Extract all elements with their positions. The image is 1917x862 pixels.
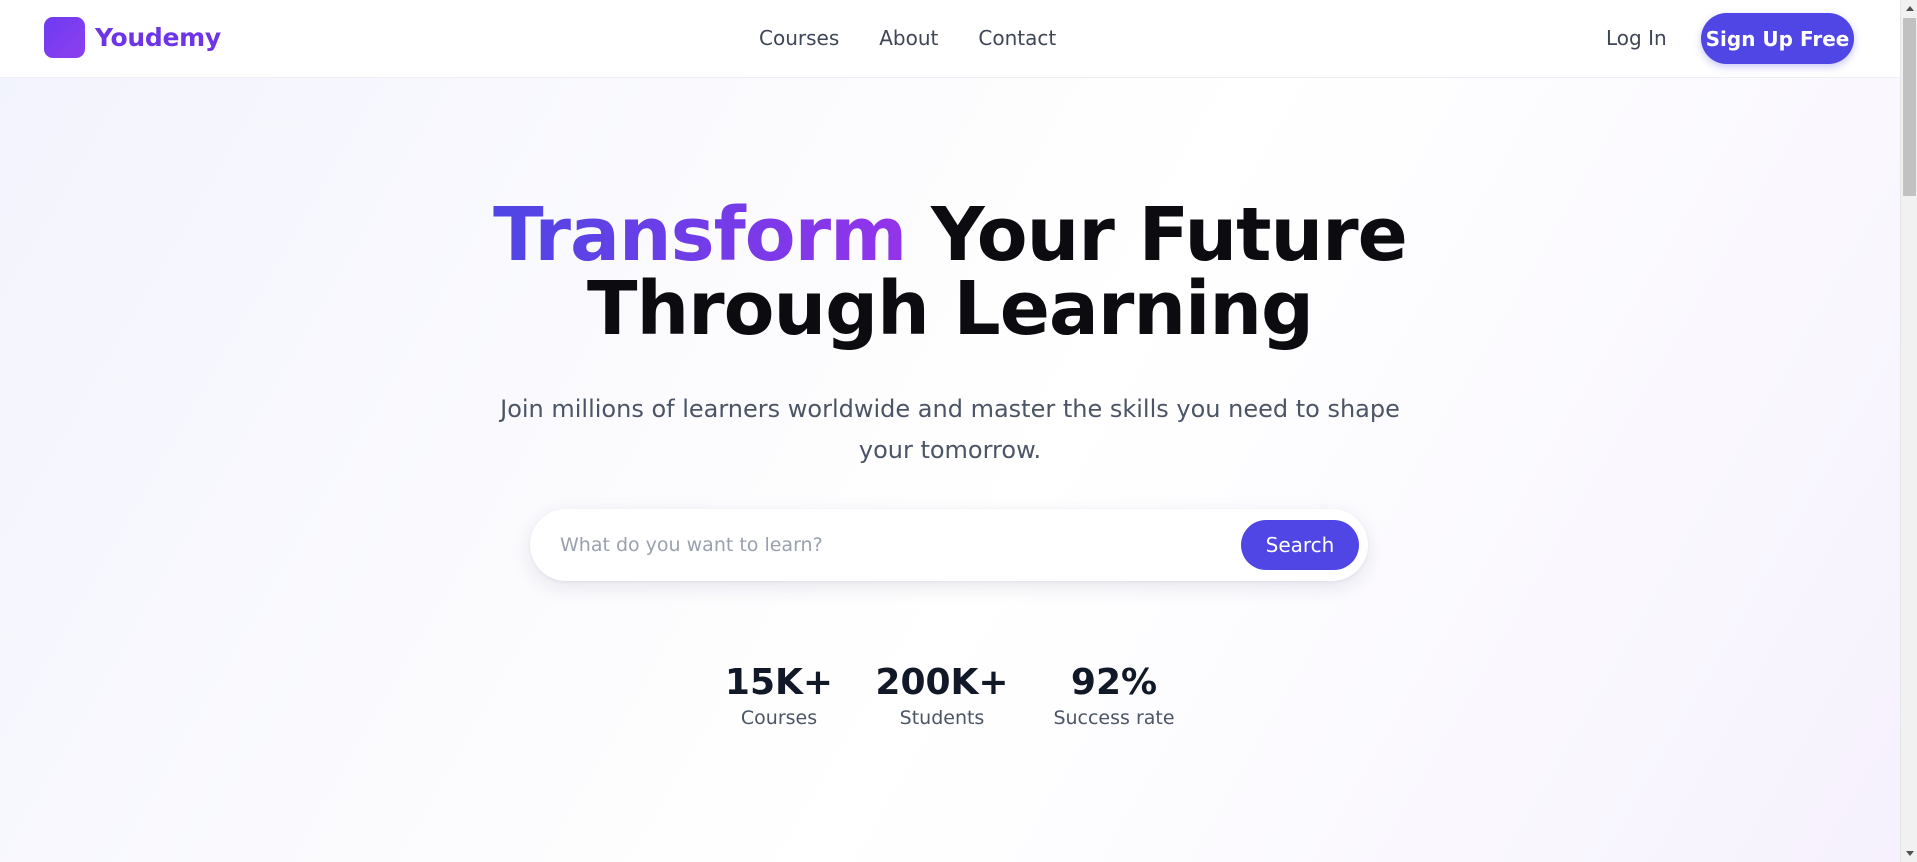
stat-success-rate: 92% Success rate (1053, 661, 1174, 731)
scroll-up-arrow-icon[interactable] (1901, 0, 1917, 17)
search-input[interactable] (560, 527, 1210, 563)
stat-label: Success rate (1053, 707, 1175, 729)
stat-label: Students (899, 707, 985, 729)
nav-link-courses[interactable]: Courses (759, 26, 839, 50)
brand-logo[interactable]: Youdemy (44, 17, 221, 58)
logo-square-icon (44, 17, 85, 58)
search-bar: Search (530, 509, 1368, 581)
stat-value: 200K+ (875, 662, 1009, 703)
hero-subtitle: Join millions of learners worldwide and … (500, 395, 1400, 464)
login-link[interactable]: Log In (1606, 26, 1667, 50)
stat-value: 15K+ (724, 662, 834, 703)
stat-students: 200K+ Students (875, 661, 1008, 731)
stat-courses: 15K+ Courses (725, 661, 833, 731)
scrollbar-thumb[interactable] (1903, 18, 1916, 196)
vertical-scrollbar[interactable] (1900, 0, 1917, 862)
scroll-down-arrow-icon[interactable] (1901, 845, 1917, 862)
top-navigation-bar: Youdemy Courses About Contact Log In Sig… (0, 0, 1900, 78)
stats-row: 15K+ Courses 200K+ Students 92% Success … (0, 661, 1900, 741)
page-background: Youdemy Courses About Contact Log In Sig… (0, 0, 1900, 862)
brand-name: Youdemy (95, 23, 221, 52)
hero-title: Transform Your Future Through Learning (0, 198, 1900, 346)
hero-title-line-1: Transform Your Future (0, 198, 1900, 272)
signup-button[interactable]: Sign Up Free (1701, 13, 1854, 64)
stat-label: Courses (740, 707, 818, 729)
search-button[interactable]: Search (1241, 520, 1359, 570)
stat-value: 92% (1070, 662, 1158, 703)
hero-title-line-2: Through Learning (586, 266, 1314, 352)
nav-link-contact[interactable]: Contact (978, 26, 1056, 50)
nav-link-about[interactable]: About (879, 26, 938, 50)
main-nav: Courses About Contact (759, 26, 1096, 50)
